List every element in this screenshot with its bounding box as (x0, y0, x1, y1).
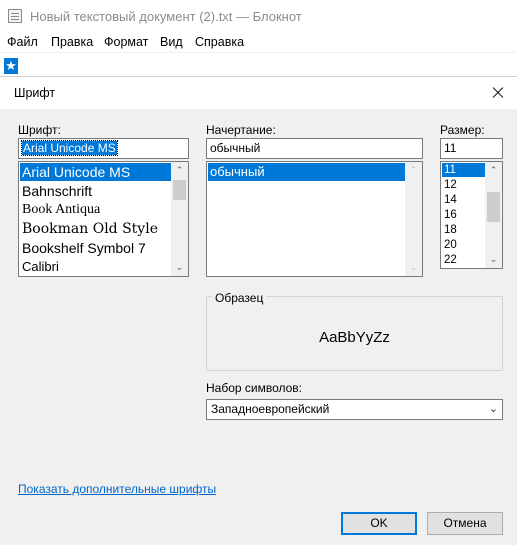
list-item[interactable]: 20 (442, 238, 457, 252)
notepad-text-area[interactable]: ★ (0, 52, 517, 77)
list-item[interactable]: 14 (442, 193, 457, 207)
list-item[interactable]: Calibri (20, 258, 59, 276)
chevron-up-icon[interactable]: ⌃ (485, 162, 502, 179)
size-label: Размер: (440, 123, 485, 137)
chevron-down-icon: ⌄ (409, 262, 418, 272)
size-list-scrollbar[interactable]: ⌃ ⌄ (485, 162, 502, 268)
cancel-button[interactable]: Отмена (427, 512, 503, 535)
font-list-scrollbar[interactable]: ⌃ ⌄ (171, 162, 188, 276)
list-item[interactable]: 11 (442, 163, 486, 177)
style-label: Начертание: (206, 123, 276, 137)
dialog-titlebar: Шрифт (0, 77, 517, 109)
close-icon[interactable] (484, 81, 512, 105)
list-item[interactable]: Bookshelf Symbol 7 (20, 239, 146, 257)
font-list[interactable]: Arial Unicode MS Bahnschrift Book Antiqu… (18, 161, 189, 277)
chevron-up-icon: ⌃ (409, 165, 418, 175)
size-list[interactable]: 11 12 14 16 18 20 22 ⌃ ⌄ (440, 161, 503, 269)
style-list[interactable]: обычный ⌃ ⌄ (206, 161, 423, 277)
sample-label: Образец (212, 291, 267, 305)
notepad-app-icon (8, 9, 22, 23)
charset-value: Западноевропейский (211, 402, 330, 416)
list-item[interactable]: Arial Unicode MS (20, 163, 172, 181)
menu-format[interactable]: Формат (104, 35, 148, 49)
window-title: Новый текстовый документ (2).txt — Блокн… (30, 9, 302, 24)
list-item[interactable]: Bookman Old Style (20, 220, 158, 238)
dialog-title: Шрифт (14, 86, 56, 100)
font-input-value: Arial Unicode MS (21, 140, 118, 156)
notepad-menubar: Файл Правка Формат Вид Справка (0, 32, 517, 52)
list-item[interactable]: 12 (442, 178, 457, 192)
charset-label: Набор символов: (206, 381, 303, 395)
list-item[interactable]: Bahnschrift (20, 182, 92, 200)
chevron-up-icon[interactable]: ⌃ (171, 162, 188, 179)
list-item[interactable]: 16 (442, 208, 457, 222)
menu-file[interactable]: Файл (7, 35, 38, 49)
chevron-down-icon[interactable]: ⌄ (171, 259, 188, 276)
show-more-fonts-link[interactable]: Показать дополнительные шрифты (18, 482, 216, 496)
font-label: Шрифт: (18, 123, 61, 137)
list-item[interactable]: обычный (208, 163, 406, 181)
menu-help[interactable]: Справка (195, 35, 244, 49)
size-input[interactable]: 11 (440, 138, 503, 159)
scroll-thumb[interactable] (487, 192, 500, 222)
selected-text: ★ (4, 58, 18, 74)
sample-text: AaBbYyZz (319, 329, 390, 346)
list-item[interactable]: Book Antiqua (20, 201, 100, 219)
ok-button[interactable]: OK (341, 512, 417, 535)
font-dialog: Шрифт Шрифт: Arial Unicode MS Arial Unic… (0, 76, 517, 545)
menu-edit[interactable]: Правка (51, 35, 93, 49)
list-item[interactable]: 22 (442, 253, 457, 267)
menu-view[interactable]: Вид (160, 35, 183, 49)
chevron-down-icon: ⌄ (488, 403, 498, 415)
notepad-titlebar: Новый текстовый документ (2).txt — Блокн… (0, 0, 517, 32)
chevron-down-icon[interactable]: ⌄ (485, 251, 502, 268)
scroll-thumb[interactable] (173, 180, 186, 200)
list-item[interactable]: 18 (442, 223, 457, 237)
style-list-scrollbar: ⌃ ⌄ (405, 162, 422, 276)
font-input[interactable]: Arial Unicode MS (18, 138, 189, 159)
style-input[interactable]: обычный (206, 138, 423, 159)
charset-select[interactable]: Западноевропейский ⌄ (206, 399, 503, 420)
